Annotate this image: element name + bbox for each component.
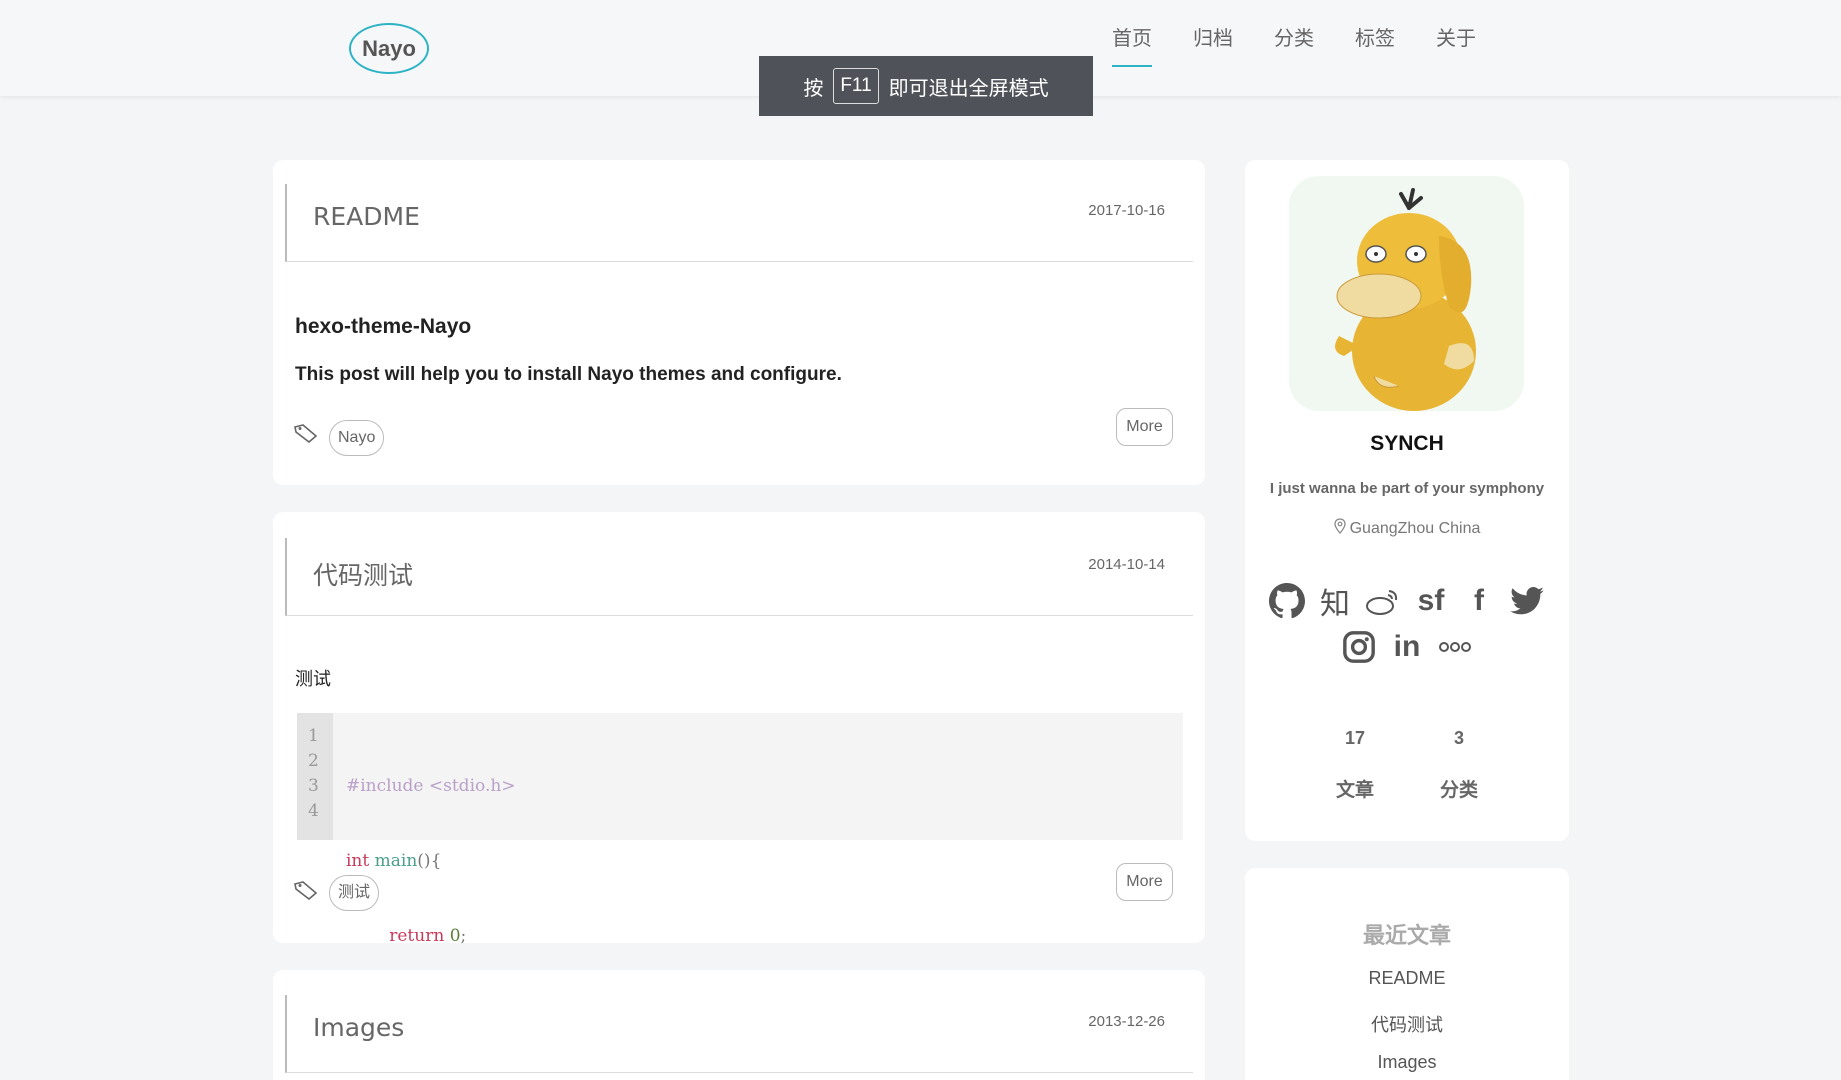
stat-categories-count: 3: [1453, 728, 1464, 748]
post-card: 代码测试 2014-10-14 测试 1 2 3 4 #include <std…: [273, 512, 1205, 1021]
facebook-icon[interactable]: f: [1459, 580, 1499, 622]
stat-posts-label: 文章: [1335, 779, 1374, 801]
post-header: Images 2013-12-26: [285, 995, 1193, 1073]
fullscreen-toast: 按 F11 即可退出全屏模式: [759, 56, 1093, 116]
recent-post-link[interactable]: README: [1245, 968, 1569, 989]
code-line: int main(){: [346, 851, 442, 871]
recent-post-link[interactable]: 代码测试: [1245, 1011, 1569, 1037]
stat-categories-label: 分类: [1439, 779, 1478, 801]
post-title[interactable]: Images: [313, 1013, 404, 1042]
zhihu-icon[interactable]: 知: [1315, 580, 1355, 622]
post-heading: hexo-theme-Nayo: [295, 315, 472, 338]
post-header: README 2017-10-16: [285, 184, 1193, 262]
segmentfault-icon[interactable]: sf: [1411, 580, 1451, 622]
recent-post-link[interactable]: Images: [1245, 1052, 1569, 1073]
nav-about[interactable]: 关于: [1436, 24, 1476, 67]
line-number: 1: [308, 726, 319, 746]
avatar: [1289, 176, 1524, 411]
post-card: Images 2013-12-26: [273, 970, 1205, 1080]
line-number: 2: [308, 751, 319, 771]
social-links: 知 sf f in: [1265, 580, 1549, 668]
profile-card: SYNCH I just wanna be part of your symph…: [1245, 160, 1569, 841]
recent-posts-card: 最近文章 README 代码测试 Images: [1245, 868, 1569, 1080]
linkedin-icon[interactable]: in: [1387, 626, 1427, 668]
nav-archives[interactable]: 归档: [1193, 24, 1233, 67]
post-date: 2014-10-14: [1088, 556, 1165, 573]
site-logo[interactable]: Nayo: [349, 23, 429, 74]
flickr-icon[interactable]: [1435, 626, 1475, 668]
code-line-numbers: 1 2 3 4: [297, 713, 333, 840]
map-pin-icon: [1333, 518, 1346, 539]
post-date: 2017-10-16: [1088, 202, 1165, 219]
code-lines: #include <stdio.h> int main(){ return 0;…: [333, 713, 516, 1021]
nav-home[interactable]: 首页: [1112, 24, 1152, 67]
post-tag[interactable]: 测试: [329, 875, 380, 911]
weibo-icon[interactable]: [1363, 580, 1403, 622]
stat-posts-count: 17: [1344, 728, 1365, 748]
twitter-icon[interactable]: [1507, 580, 1547, 622]
code-line: #include <stdio.h>: [346, 776, 516, 796]
post-date: 2013-12-26: [1088, 1013, 1165, 1030]
recent-posts-title: 最近文章: [1362, 924, 1451, 949]
line-number: 3: [308, 776, 319, 796]
post-excerpt: This post will help you to install Nayo …: [295, 364, 842, 385]
post-title[interactable]: 代码测试: [313, 556, 413, 592]
stat-categories[interactable]: 3 分类: [1440, 728, 1478, 802]
github-icon[interactable]: [1267, 580, 1307, 622]
post-header: 代码测试 2014-10-14: [285, 538, 1193, 616]
code-line: return 0;: [389, 926, 467, 946]
post-card: README 2017-10-16 hexo-theme-Nayo This p…: [273, 160, 1205, 485]
profile-name: SYNCH: [1370, 432, 1444, 455]
toast-prefix: 按: [803, 75, 824, 100]
location-text: GuangZhou China: [1349, 519, 1481, 537]
nav-tags[interactable]: 标签: [1355, 24, 1395, 67]
instagram-icon[interactable]: [1339, 626, 1379, 668]
profile-location: GuangZhou China: [1245, 518, 1569, 539]
post-tag[interactable]: Nayo: [329, 420, 385, 456]
toast-key: F11: [833, 68, 879, 104]
toast-suffix: 即可退出全屏模式: [888, 75, 1049, 100]
tag-icon: [293, 423, 319, 444]
post-excerpt: 测试: [295, 669, 331, 690]
profile-motto: I just wanna be part of your symphony: [1269, 480, 1545, 497]
nav-categories[interactable]: 分类: [1274, 24, 1314, 67]
tag-icon: [293, 880, 319, 901]
more-button[interactable]: More: [1116, 408, 1173, 446]
profile-stats: 17 文章 3 分类: [1245, 728, 1569, 802]
stat-posts[interactable]: 17 文章: [1336, 728, 1374, 802]
code-block: 1 2 3 4 #include <stdio.h> int main(){ r…: [297, 713, 1183, 1021]
line-number: 4: [308, 801, 319, 821]
more-button[interactable]: More: [1116, 863, 1173, 901]
main-nav: 首页 归档 分类 标签 关于: [1112, 24, 1517, 67]
post-title[interactable]: README: [313, 202, 420, 231]
